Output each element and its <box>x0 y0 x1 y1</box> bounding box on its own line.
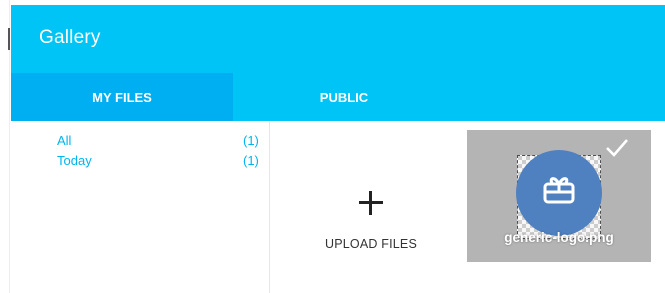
filter-count: (1) <box>243 153 259 168</box>
upload-files-button[interactable]: UPLOAD FILES <box>311 191 431 271</box>
filter-today[interactable]: Today (1) <box>57 153 267 171</box>
filter-label: Today <box>57 153 92 168</box>
tab-bar: MY FILES PUBLIC <box>11 73 665 121</box>
filter-sidebar: All (1) Today (1) <box>11 121 270 293</box>
upload-label: UPLOAD FILES <box>324 237 417 251</box>
gift-card-icon <box>543 177 575 204</box>
tab-my-files[interactable]: MY FILES <box>11 73 233 121</box>
plus-icon <box>359 191 383 215</box>
file-grid: UPLOAD FILES generic-logo.png <box>271 121 665 293</box>
filter-all[interactable]: All (1) <box>57 133 267 151</box>
file-thumbnail[interactable]: generic-logo.png <box>467 130 651 262</box>
file-name: generic-logo.png <box>504 230 614 245</box>
filter-count: (1) <box>243 133 259 148</box>
logo-image <box>516 150 602 236</box>
background-notch <box>8 28 10 50</box>
gallery-window: Gallery MY FILES PUBLIC All (1) Today (1… <box>0 0 665 293</box>
gallery-dialog: Gallery MY FILES PUBLIC All (1) Today (1… <box>11 5 665 293</box>
filter-label: All <box>57 133 72 148</box>
tab-public[interactable]: PUBLIC <box>233 73 455 121</box>
background-edge <box>0 0 10 293</box>
dialog-header: Gallery <box>11 5 665 73</box>
checkmark-icon <box>606 139 628 157</box>
page-title: Gallery <box>39 27 101 48</box>
